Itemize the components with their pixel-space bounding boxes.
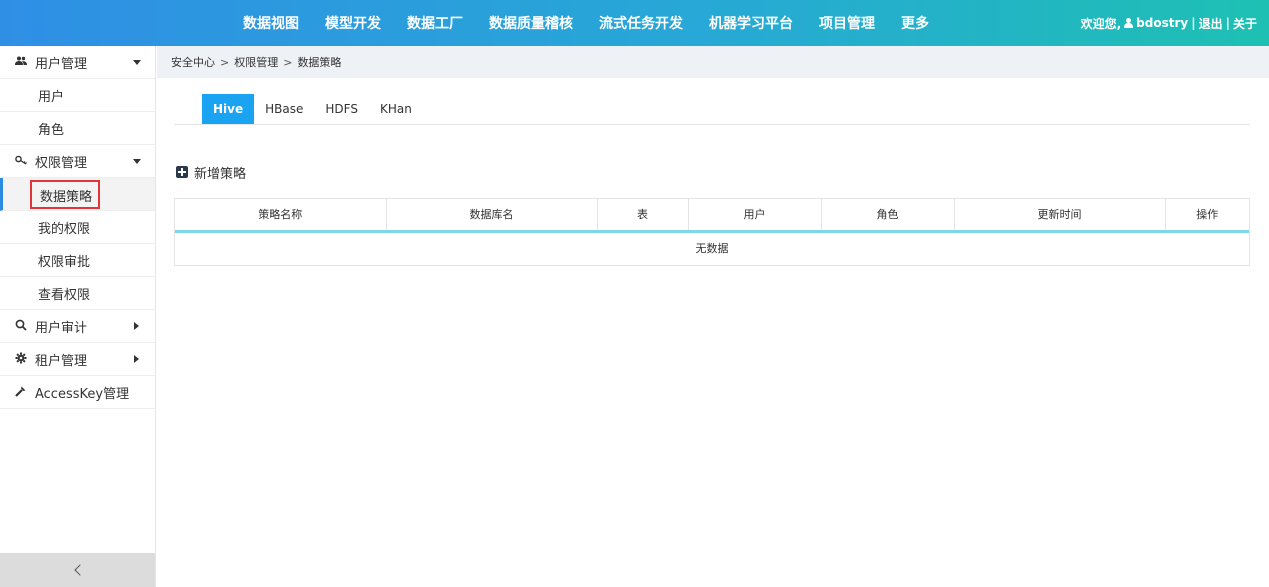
sidebar-group-label: AccessKey管理 (35, 386, 130, 402)
sidebar: 用户管理 用户 角色 权限管理 数据策略 我的权限 权限审批 查看权限 用户审计 (0, 46, 156, 587)
add-policy-label: 新增策略 (194, 166, 247, 182)
sidebar-collapse-button[interactable] (0, 553, 155, 587)
sidebar-group-label: 用户管理 (35, 56, 88, 72)
breadcrumb-current: 数据策略 (297, 56, 342, 69)
column-header-role[interactable]: 角色 (821, 199, 955, 233)
storage-tabs: Hive HBase HDFS KHan (174, 94, 1250, 125)
tab-khan[interactable]: KHan (369, 94, 423, 124)
chevron-left-icon (73, 564, 86, 576)
sidebar-item-label: 查看权限 (38, 287, 91, 303)
topnav-data-quality[interactable]: 数据质量稽核 (489, 13, 573, 33)
sidebar-group-accesskey-mgmt[interactable]: AccessKey管理 (0, 376, 155, 409)
table-empty-row: 无数据 (175, 231, 1249, 263)
caret-down-icon (133, 159, 141, 164)
sidebar-item-label: 我的权限 (38, 221, 91, 237)
top-header: 数据视图 模型开发 数据工厂 数据质量稽核 流式任务开发 机器学习平台 项目管理… (0, 0, 1269, 46)
plus-square-icon (176, 166, 188, 178)
highlight-box: 数据策略 (30, 180, 100, 209)
sidebar-group-label: 用户审计 (35, 320, 88, 336)
column-header-updated-time[interactable]: 更新时间 (954, 199, 1166, 233)
sidebar-group-user-audit[interactable]: 用户审计 (0, 310, 155, 343)
tab-hbase[interactable]: HBase (254, 94, 314, 124)
topnav-data-view[interactable]: 数据视图 (243, 13, 299, 33)
breadcrumb: 安全中心 > 权限管理 > 数据策略 (157, 46, 1269, 78)
policy-table: 策略名称 数据库名 表 用户 角色 更新时间 操作 无数据 (174, 198, 1250, 266)
topnav-more[interactable]: 更多 (901, 13, 929, 33)
gear-icon (15, 352, 27, 367)
username: bdostry (1136, 16, 1189, 30)
user-area: 欢迎您, bdostry | 退出 | 关于 (1081, 0, 1257, 46)
users-icon (15, 56, 27, 69)
wrench-icon (15, 385, 27, 400)
caret-down-icon (133, 60, 141, 65)
sidebar-group-permission-mgmt[interactable]: 权限管理 (0, 145, 155, 178)
user-icon (1124, 18, 1134, 28)
topnav-project-mgmt[interactable]: 项目管理 (819, 13, 875, 33)
sidebar-item-label: 数据策略 (40, 190, 93, 205)
column-header-table[interactable]: 表 (597, 199, 689, 233)
caret-right-icon (134, 322, 139, 330)
add-policy-button[interactable]: 新增策略 (176, 163, 247, 182)
sidebar-item-data-policy[interactable]: 数据策略 (0, 178, 155, 211)
column-header-policy-name[interactable]: 策略名称 (175, 199, 387, 233)
sidebar-item-view-permissions[interactable]: 查看权限 (0, 277, 155, 310)
breadcrumb-separator: > (283, 55, 293, 69)
sidebar-item-label: 角色 (38, 122, 65, 138)
breadcrumb-item[interactable]: 安全中心 (171, 54, 215, 70)
column-header-actions: 操作 (1165, 199, 1249, 233)
sidebar-item-permission-approval[interactable]: 权限审批 (0, 244, 155, 277)
topnav-stream-task[interactable]: 流式任务开发 (599, 13, 683, 33)
sidebar-group-tenant-mgmt[interactable]: 租户管理 (0, 343, 155, 376)
sidebar-item-my-permissions[interactable]: 我的权限 (0, 211, 155, 244)
key-icon (15, 155, 27, 168)
sidebar-item-roles[interactable]: 角色 (0, 112, 155, 145)
search-icon (15, 319, 27, 334)
separator: | (1225, 16, 1230, 30)
topnav-ml-platform[interactable]: 机器学习平台 (709, 13, 793, 33)
topnav-model-dev[interactable]: 模型开发 (325, 13, 381, 33)
top-nav: 数据视图 模型开发 数据工厂 数据质量稽核 流式任务开发 机器学习平台 项目管理… (230, 0, 942, 46)
sidebar-item-label: 权限审批 (38, 254, 91, 270)
sidebar-group-label: 权限管理 (35, 155, 88, 171)
breadcrumb-item[interactable]: 权限管理 (234, 54, 278, 70)
table-header-row: 策略名称 数据库名 表 用户 角色 更新时间 操作 (175, 199, 1249, 233)
sidebar-group-user-mgmt[interactable]: 用户管理 (0, 46, 155, 79)
empty-text: 无数据 (695, 241, 729, 255)
sidebar-group-label: 租户管理 (35, 353, 88, 369)
tab-hive[interactable]: Hive (202, 94, 255, 124)
sidebar-item-label: 用户 (38, 89, 65, 105)
column-header-database[interactable]: 数据库名 (386, 199, 598, 233)
sidebar-item-users[interactable]: 用户 (0, 79, 155, 112)
column-header-user[interactable]: 用户 (688, 199, 822, 233)
welcome-text: 欢迎您, (1080, 16, 1122, 31)
topnav-data-factory[interactable]: 数据工厂 (407, 13, 463, 33)
breadcrumb-separator: > (220, 55, 230, 69)
tab-hdfs[interactable]: HDFS (314, 94, 369, 124)
separator: | (1191, 16, 1196, 30)
caret-right-icon (134, 355, 139, 363)
about-link[interactable]: 关于 (1233, 15, 1257, 32)
logout-link[interactable]: 退出 (1199, 15, 1223, 32)
